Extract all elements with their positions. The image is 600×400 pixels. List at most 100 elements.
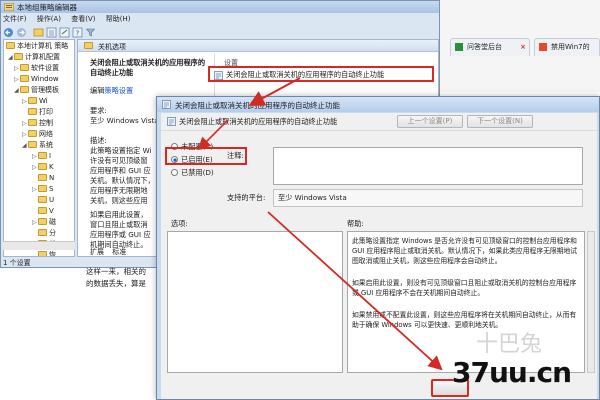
tree-node[interactable]: 打印 [22,107,53,118]
edit-policy-link[interactable]: 策略设置 [104,86,133,95]
description-line: 应用程序无限期地 [90,186,148,195]
description-line: 关机，则这些应用 [90,196,148,205]
help-icon: ? [72,27,83,38]
description-line: 窗口且阻止或取消 [90,220,148,229]
article-text-line: 的数据丢失，算是 [86,279,146,288]
radio-circle[interactable] [171,169,178,176]
menu-view[interactable]: 查看(V) [71,15,95,23]
description-line: 关机。默认情况下， [90,176,155,185]
tree-node[interactable]: ▷ K [32,162,54,173]
help-scrollbar[interactable] [587,231,595,373]
platform-label: 支持的平台: [227,193,266,202]
tree-node[interactable]: ▷ 网络 [22,129,53,140]
folder-icon [20,75,29,82]
prev-setting-button[interactable]: 上一个设置(P) [397,115,463,128]
description-line: 许没有可见顶级窗 [90,156,148,165]
list-button[interactable] [46,27,58,38]
tree-node-windows-settings[interactable]: ▷ Window [14,74,59,85]
policy-editor-icon [4,3,14,11]
folder-icon [38,207,47,214]
policy-setting-icon [214,71,223,80]
requirement-label: 要求: [90,106,107,115]
dialog-title-bar[interactable]: 关闭会阻止或取消关机的应用程序的自动终止功能 [157,97,599,112]
folder-icon [38,174,47,181]
help-paragraph: 如果禁用或不配置此设置，则这些应用程序将在关机期间自动终止，从而有助于确保 Wi… [352,311,577,329]
description-line: 此策略设置指定 Wi [90,146,152,155]
tree-node[interactable]: ▷ 磁 [32,217,56,228]
tree-node-admin-templates[interactable]: ◢ 管理模板 [14,85,59,96]
back-button[interactable] [3,27,15,38]
menu-action[interactable]: 操作(A) [37,15,61,23]
browser-tab-label: 问答堂后台 [467,43,502,51]
folder-icon [38,185,47,192]
browser-tab-win7[interactable]: 禁用Win7的 [534,38,600,56]
folder-icon [38,218,47,225]
comment-label: 注释: [227,151,244,160]
dialog-subtitle: 关闭会阻止或取消关机的应用程序的自动终止功能 [179,117,338,126]
watermark-ghost-text: 十巴兔 [476,332,543,357]
comment-textarea[interactable] [273,147,583,185]
browser-tab-label: 禁用Win7的 [551,43,590,51]
watermark-text: 37uu.cn [452,356,572,389]
tree-node-local-policy[interactable]: 本地计算机 策略 [6,41,68,52]
tree-node[interactable]: N [32,173,54,184]
folder-icon [28,119,37,126]
toolbar: ? [3,27,439,39]
menu-file[interactable]: 文件(F) [3,15,27,23]
radio-disabled[interactable]: 已禁用(D) [171,167,214,179]
folder-icon [38,163,47,170]
forward-arrow-icon [17,28,26,37]
tree-node[interactable]: U [32,195,54,206]
policy-list-item[interactable]: 关闭会阻止或取消关机的应用程序的自动终止功能 [208,66,434,82]
folder-icon [38,251,47,256]
help-panel: 此策略设置指定 Windows 是否允许没有可见顶级窗口的控制台应用程序和 GU… [347,231,585,373]
filter-icon [85,28,96,37]
options-panel [167,231,343,373]
edit-policy-line: 编辑策略设置 [90,86,133,96]
tree-node[interactable]: 分 [32,228,56,239]
filter-button[interactable] [85,27,97,38]
forward-button[interactable] [16,27,28,38]
tree-node-system[interactable]: ◢ 系统 [22,140,53,151]
tab-extended[interactable]: 扩展 [90,248,104,256]
tree-node[interactable]: ▷ Wi [22,96,48,107]
export-button[interactable] [59,27,71,38]
folder-icon [28,108,37,115]
page-icon [455,43,463,51]
help-paragraph: 如果启用此设置，则没有可见顶级窗口且阻止或取消关机的控制台应用程序或 GUI 应… [352,279,577,297]
browser-tab-qa[interactable]: 问答堂后台 × [450,38,530,56]
description-line: 应用程序或 GUI 应 [90,230,151,239]
close-icon[interactable]: × [520,39,526,55]
folder-icon [38,229,47,236]
show-tree-button[interactable] [33,27,45,38]
tree-node[interactable]: ▷ 控制 [22,118,53,129]
tree-node[interactable]: ▷ S [32,184,53,195]
platform-value: 至少 Windows Vista [278,193,347,202]
tab-standard[interactable]: 标准 [112,248,126,256]
options-label: 选项: [171,219,188,228]
folder-tree-icon [33,28,44,37]
tree-node[interactable]: V [32,206,54,217]
dialog-title: 关闭会阻止或取消关机的应用程序的自动终止功能 [175,101,340,110]
folder-icon [84,42,95,50]
help-button[interactable]: ? [72,27,84,38]
folder-icon [28,141,37,148]
edit-prefix: 编辑 [90,86,105,95]
tree-node[interactable]: ▷ I [32,151,51,162]
next-setting-button[interactable]: 下一个设置(N) [467,115,533,128]
folder-icon [20,86,29,93]
tree-node-software[interactable]: ▷ 软件设置 [14,63,59,74]
title-bar[interactable]: 本地组策略编辑器 [1,1,439,13]
back-arrow-icon [4,28,13,37]
tree-horizontal-scrollbar[interactable] [3,241,75,250]
description-label: 描述: [90,136,107,145]
platform-field: 至少 Windows Vista [273,189,583,207]
tree-node-computer-config[interactable]: ◢ 计算机配置 [8,52,60,63]
computer-icon [6,42,15,49]
pane-header-title: 关机选项 [98,43,126,51]
policy-list-item-label: 关闭会阻止或取消关机的应用程序的自动终止功能 [226,70,385,79]
menu-help[interactable]: 帮助(H) [106,15,131,23]
export-icon [59,27,70,38]
tree-node[interactable]: 恢 [32,250,56,256]
folder-icon [28,130,37,137]
